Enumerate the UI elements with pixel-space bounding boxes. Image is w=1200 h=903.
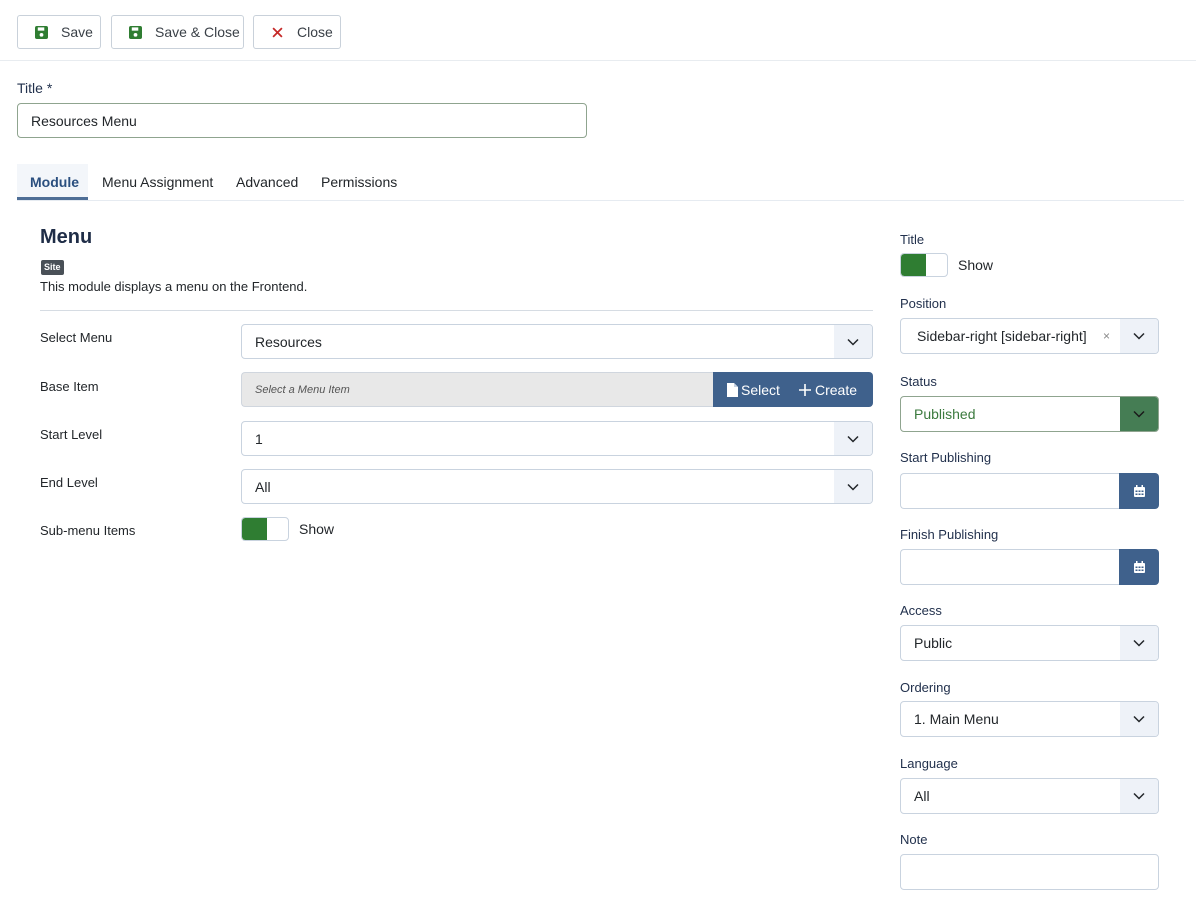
chevron-down-icon	[1120, 319, 1158, 353]
chevron-down-icon	[1120, 397, 1158, 431]
module-heading: Menu	[40, 226, 93, 248]
base-item-create-button[interactable]: Create	[791, 372, 873, 407]
tab-permissions[interactable]: Permissions	[321, 164, 397, 200]
language-value: All	[914, 788, 930, 804]
divider	[40, 310, 873, 311]
base-item-input[interactable]: Select a Menu Item	[241, 372, 713, 407]
calendar-icon[interactable]	[1119, 473, 1159, 509]
status-value: Published	[914, 406, 976, 422]
ordering-label: Ordering	[900, 680, 951, 695]
access-value: Public	[914, 635, 953, 651]
tab-advanced[interactable]: Advanced	[236, 164, 298, 200]
finish-publishing-input[interactable]	[900, 549, 1119, 585]
chevron-down-icon	[834, 422, 872, 455]
save-and-close-label: Save & Close	[155, 24, 240, 40]
calendar-icon[interactable]	[1119, 549, 1159, 585]
position-dropdown[interactable]: Sidebar-right [sidebar-right] ×	[900, 318, 1159, 354]
base-item-select-button[interactable]: Select	[713, 372, 791, 407]
start-publishing-field	[900, 473, 1159, 509]
submenu-items-label: Sub-menu Items	[40, 523, 136, 538]
select-menu-value: Resources	[255, 333, 322, 350]
start-level-dropdown[interactable]: 1	[241, 421, 873, 456]
title-show-value: Show	[958, 257, 994, 273]
status-label: Status	[900, 374, 937, 389]
status-dropdown[interactable]: Published	[900, 396, 1159, 432]
title-label: Title *	[17, 80, 53, 96]
finish-publishing-field	[900, 549, 1159, 585]
end-level-dropdown[interactable]: All	[241, 469, 873, 504]
title-input[interactable]	[17, 103, 587, 138]
finish-publishing-label: Finish Publishing	[900, 527, 999, 542]
close-button[interactable]: Close	[253, 15, 341, 49]
start-publishing-input[interactable]	[900, 473, 1119, 509]
title-show-toggle[interactable]	[900, 253, 948, 277]
chevron-down-icon	[1120, 702, 1158, 736]
file-icon	[727, 382, 738, 397]
title-show-label: Title	[900, 232, 925, 247]
start-publishing-label: Start Publishing	[900, 450, 992, 465]
select-label: Select	[741, 381, 780, 398]
access-label: Access	[900, 603, 942, 618]
floppy-disk-icon	[34, 25, 48, 39]
site-badge: Site	[41, 260, 64, 275]
language-label: Language	[900, 756, 958, 771]
note-label: Note	[900, 832, 928, 847]
base-item-label: Base Item	[40, 379, 99, 394]
tab-bar: Module Menu Assignment Advanced Permissi…	[17, 164, 1184, 201]
note-input[interactable]	[900, 854, 1159, 890]
save-and-close-button[interactable]: Save & Close	[111, 15, 244, 49]
save-label: Save	[61, 24, 93, 40]
base-item-field: Select a Menu Item Select Create	[241, 372, 873, 407]
end-level-label: End Level	[40, 475, 98, 490]
select-menu-label: Select Menu	[40, 330, 113, 345]
position-value: Sidebar-right [sidebar-right]	[917, 328, 1087, 344]
position-label: Position	[900, 296, 947, 311]
ordering-value: 1. Main Menu	[914, 711, 999, 727]
ordering-dropdown[interactable]: 1. Main Menu	[900, 701, 1159, 737]
close-icon	[270, 25, 284, 39]
end-level-value: All	[255, 478, 271, 495]
toolbar: Save Save & Close Close	[0, 0, 1196, 61]
access-dropdown[interactable]: Public	[900, 625, 1159, 661]
plus-icon	[799, 383, 811, 396]
toggle-on-indicator	[242, 518, 267, 540]
create-label: Create	[815, 381, 858, 398]
tab-menu-assignment[interactable]: Menu Assignment	[102, 164, 213, 200]
toggle-on-indicator	[901, 254, 926, 276]
save-button[interactable]: Save	[17, 15, 101, 49]
submenu-items-toggle[interactable]	[241, 517, 289, 541]
start-level-label: Start Level	[40, 427, 103, 442]
chevron-down-icon	[834, 470, 872, 503]
select-menu-dropdown[interactable]: Resources	[241, 324, 873, 359]
clear-icon[interactable]: ×	[1103, 329, 1110, 343]
chevron-down-icon	[1120, 626, 1158, 660]
language-dropdown[interactable]: All	[900, 778, 1159, 814]
start-level-value: 1	[255, 430, 263, 447]
submenu-items-value: Show	[299, 521, 335, 537]
chevron-down-icon	[1120, 779, 1158, 813]
chevron-down-icon	[834, 325, 872, 358]
floppy-disk-icon	[128, 25, 142, 39]
close-label: Close	[297, 24, 333, 40]
tab-module[interactable]: Module	[17, 164, 88, 200]
module-description: This module displays a menu on the Front…	[40, 279, 308, 294]
